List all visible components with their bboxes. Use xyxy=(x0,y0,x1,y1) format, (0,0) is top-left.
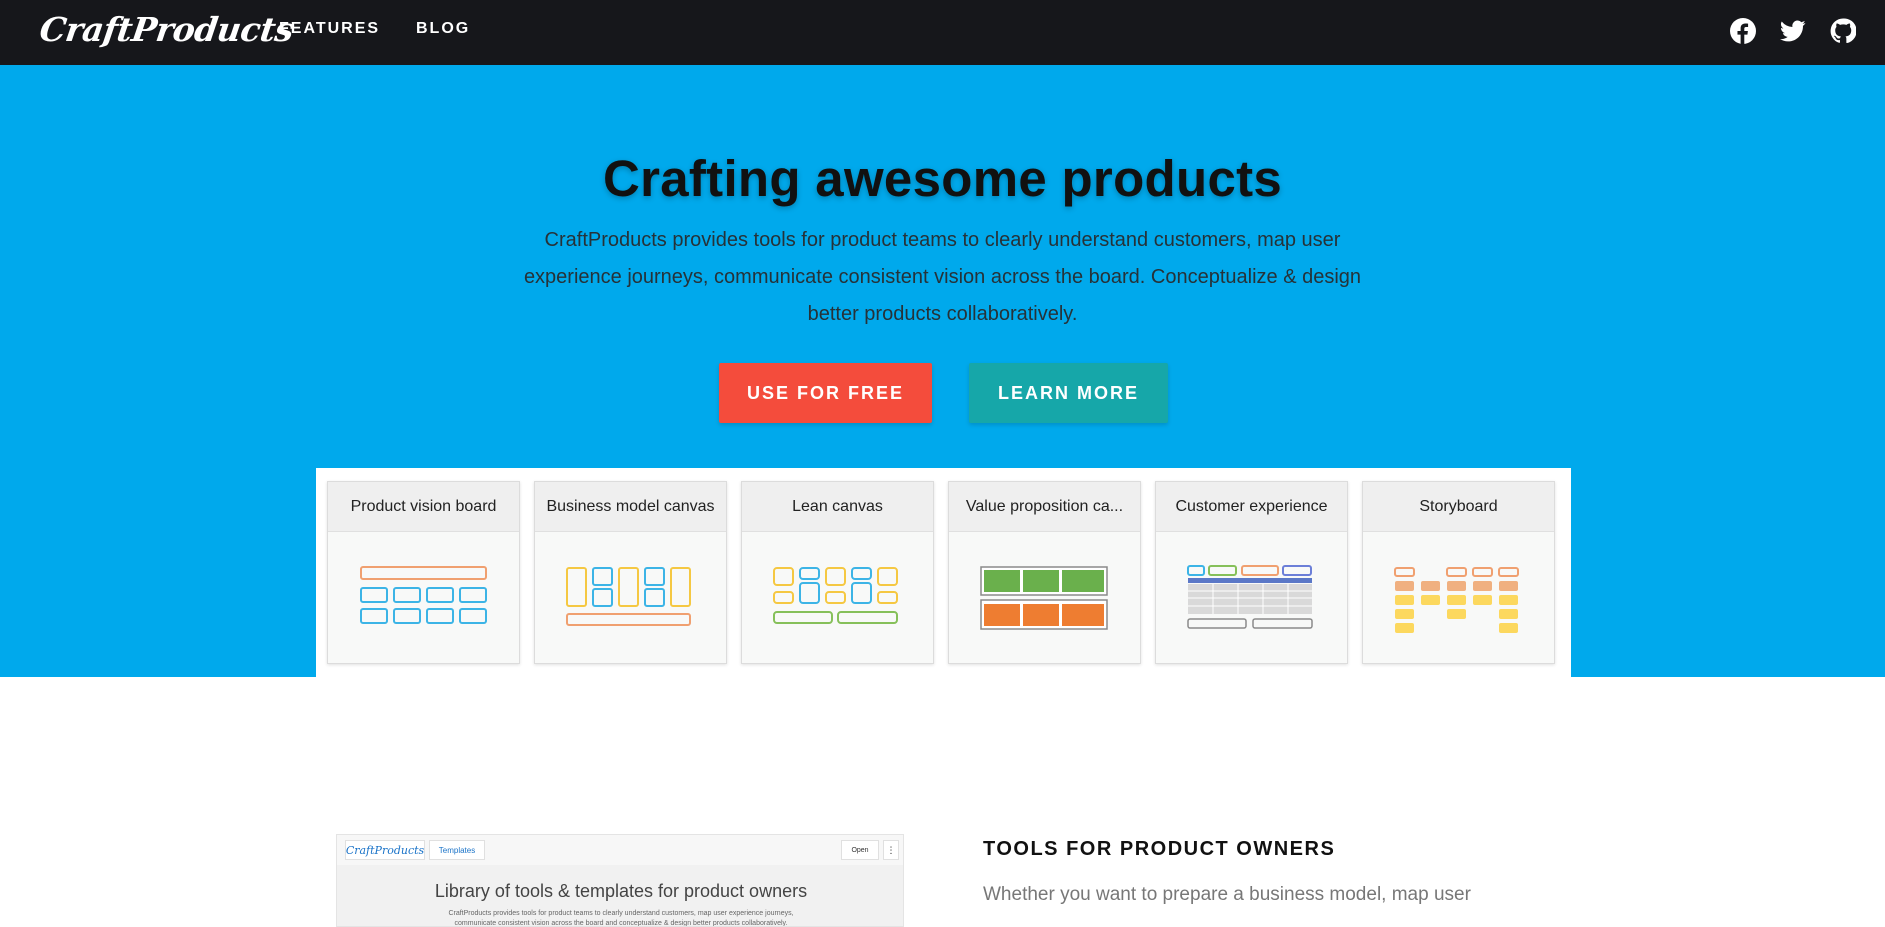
tools-section-text: Whether you want to prepare a business m… xyxy=(983,884,1471,905)
customer-experience-thumbnail xyxy=(1156,532,1347,664)
brand-logo[interactable]: CraftProducts xyxy=(37,10,296,49)
preview-logo: CraftProducts xyxy=(345,840,425,860)
product-vision-board-thumbnail xyxy=(328,532,519,664)
template-card-title: Business model canvas xyxy=(535,482,726,532)
template-card-title: Customer experience xyxy=(1156,482,1347,532)
twitter-icon[interactable] xyxy=(1780,18,1806,44)
template-card-lean-canvas[interactable]: Lean canvas xyxy=(741,481,934,664)
preview-open-button: Open xyxy=(841,840,879,860)
hero-section: Crafting awesome products CraftProducts … xyxy=(0,65,1885,677)
template-card-title: Product vision board xyxy=(328,482,519,532)
template-card-value-proposition-canvas[interactable]: Value proposition ca... xyxy=(948,481,1141,664)
learn-more-button[interactable]: LEARN MORE xyxy=(969,363,1168,423)
template-card-title: Lean canvas xyxy=(742,482,933,532)
template-card-storyboard[interactable]: Storyboard xyxy=(1362,481,1555,664)
template-card-title: Value proposition ca... xyxy=(949,482,1140,532)
value-proposition-canvas-thumbnail xyxy=(949,532,1140,664)
top-navbar: CraftProducts FEATURES BLOG xyxy=(0,0,1885,65)
tools-section-title: TOOLS FOR PRODUCT OWNERS xyxy=(983,838,1336,860)
lean-canvas-thumbnail xyxy=(742,532,933,664)
preview-more-icon: ⋮ xyxy=(883,840,899,860)
github-icon[interactable] xyxy=(1830,18,1856,44)
template-cards: Product vision board Business model canv… xyxy=(316,468,1571,677)
preview-text: CraftProducts provides tools for product… xyxy=(448,910,794,927)
hero-title: Crafting awesome products xyxy=(602,150,1283,207)
hero-description: CraftProducts provides tools for product… xyxy=(523,229,1362,325)
business-model-canvas-thumbnail xyxy=(535,532,726,664)
template-card-business-model-canvas[interactable]: Business model canvas xyxy=(534,481,727,664)
preview-title: Library of tools & templates for product… xyxy=(434,881,808,901)
preview-templates-tab: Templates xyxy=(429,840,485,860)
template-card-product-vision-board[interactable]: Product vision board xyxy=(327,481,520,664)
nav-link-features[interactable]: FEATURES xyxy=(279,20,380,38)
template-card-title: Storyboard xyxy=(1363,482,1554,532)
use-for-free-button[interactable]: USE FOR FREE xyxy=(719,363,932,423)
template-card-customer-experience[interactable]: Customer experience xyxy=(1155,481,1348,664)
nav-link-blog[interactable]: BLOG xyxy=(416,20,470,38)
facebook-icon[interactable] xyxy=(1730,18,1756,44)
storyboard-thumbnail xyxy=(1363,532,1554,664)
app-preview-screenshot: CraftProducts Templates Open ⋮ Library o… xyxy=(336,834,904,927)
